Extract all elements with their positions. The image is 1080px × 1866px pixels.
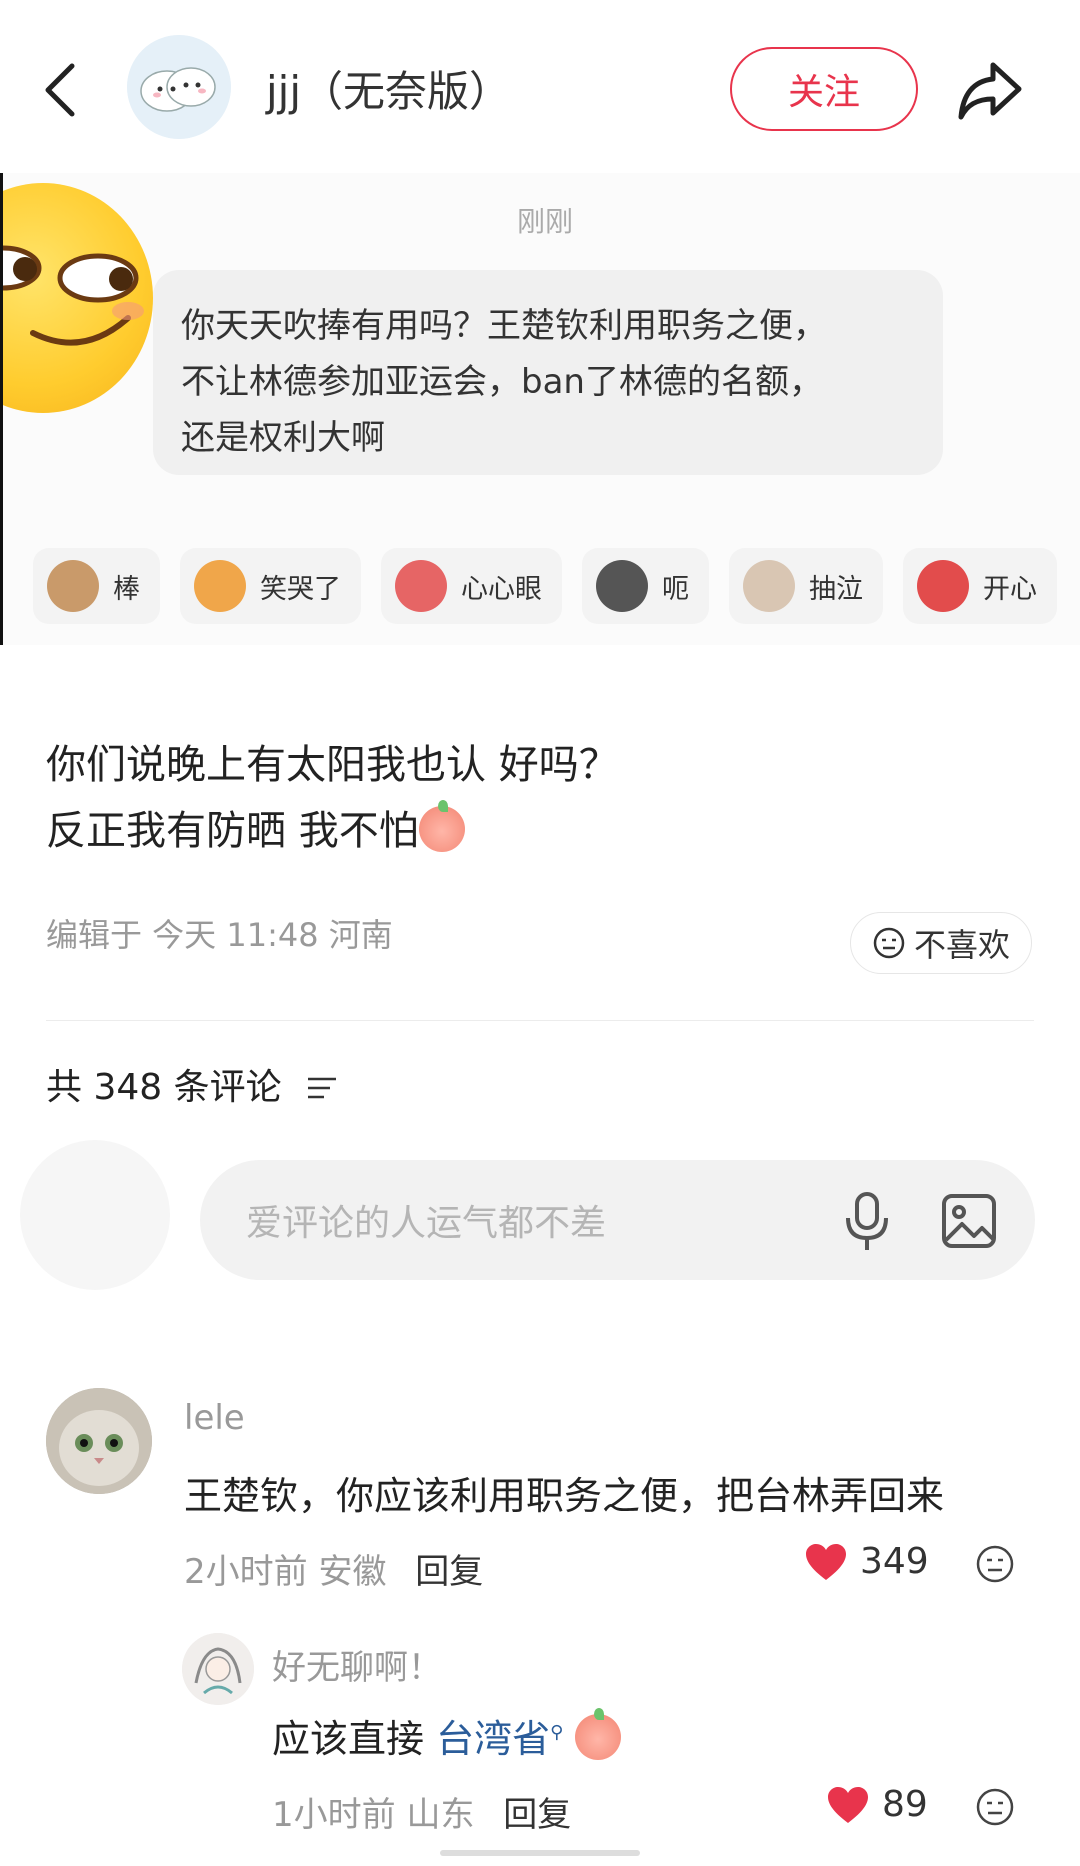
comment-location: 安徽 (318, 1552, 387, 1592)
dislike-label: 不喜欢 (913, 926, 1010, 964)
author-avatar[interactable] (127, 35, 231, 139)
cat-photo-icon (46, 1388, 152, 1494)
peach-emoji-icon (575, 1708, 622, 1760)
cat-happy-icon (917, 560, 969, 612)
reaction-chip[interactable]: 笑哭了 (180, 548, 361, 624)
divider (46, 1020, 1034, 1021)
sort-icon[interactable] (305, 1073, 339, 1103)
post-meta: 编辑于 今天 11:48 河南 (46, 916, 393, 954)
cat-awkward-icon (596, 560, 648, 612)
heart-icon (806, 1543, 846, 1580)
dislike-face-icon[interactable] (975, 1544, 1015, 1584)
comment-count-text: 共 348 条评论 (46, 1067, 282, 1108)
comment-input[interactable]: 爱评论的人运气都不差 (200, 1160, 1035, 1280)
reaction-chip[interactable]: 心心眼 (381, 548, 562, 624)
dislike-button[interactable]: 不喜欢 (850, 912, 1032, 974)
reaction-label: 呃 (662, 573, 689, 605)
comment-meta: 2小时前 安徽 回复 (184, 1544, 483, 1593)
comment-meta: 1小时前 山东 回复 (272, 1787, 571, 1836)
reaction-bar: 棒 笑哭了 心心眼 呃 抽泣 开心 (33, 548, 1057, 628)
my-avatar (20, 1140, 170, 1290)
reaction-chip[interactable]: 抽泣 (729, 548, 883, 624)
message-line: 还是权利大啊 (181, 418, 385, 458)
cat-heart-eyes-icon (395, 560, 447, 612)
cartoon-cats-avatar-icon (127, 35, 231, 139)
comment-time: 1小时前 (272, 1795, 396, 1835)
reaction-label: 笑哭了 (260, 573, 341, 605)
smirk-emoji-image (3, 183, 153, 413)
top-bar: jjj（无奈版） 关注 (0, 0, 1080, 175)
dislike-face-icon[interactable] (975, 1787, 1015, 1827)
reaction-chip[interactable]: 棒 (33, 548, 160, 624)
search-mini-icon: ⚲ (550, 1722, 564, 1743)
chat-message-bubble: 你天天吹捧有用吗？王楚钦利用职务之便， 不让林德参加亚运会，ban了林德的名额，… (153, 270, 943, 475)
reaction-label: 棒 (113, 573, 140, 605)
peach-emoji-icon (418, 800, 465, 852)
post-line: 你们说晚上有太阳我也认 好吗？ (46, 742, 619, 788)
reply-button[interactable]: 回复 (415, 1552, 483, 1592)
neutral-face-icon (873, 927, 905, 959)
reaction-label: 抽泣 (809, 573, 863, 605)
cat-sob-icon (743, 560, 795, 612)
share-icon[interactable] (955, 55, 1025, 125)
commenter-name[interactable]: lele (184, 1398, 245, 1438)
follow-button[interactable]: 关注 (730, 47, 918, 131)
comment-location: 山东 (406, 1795, 475, 1835)
comment-text: 王楚钦，你应该利用职务之便，把台林弄回来 (184, 1474, 945, 1518)
post-body: 你们说晚上有太阳我也认 好吗？ 反正我有防晒 我不怕 (46, 732, 619, 864)
like-count: 349 (860, 1541, 929, 1582)
reaction-label: 心心眼 (461, 573, 542, 605)
post-line-text: 反正我有防晒 我不怕 (46, 808, 419, 854)
search-link[interactable]: 台湾省 (436, 1717, 550, 1761)
message-time: 刚刚 (517, 205, 574, 238)
home-indicator (440, 1850, 640, 1856)
message-line: 不让林德参加亚运会，ban了林德的名额， (181, 362, 823, 402)
reaction-chip[interactable]: 呃 (582, 548, 709, 624)
cat-laugh-cry-icon (194, 560, 246, 612)
microphone-icon[interactable] (840, 1190, 894, 1252)
reply-button[interactable]: 回复 (503, 1795, 571, 1835)
cat-thumbs-icon (47, 560, 99, 612)
like-button[interactable]: 349 (804, 1541, 929, 1582)
comment-count: 共 348 条评论 (46, 1058, 339, 1110)
commenter-avatar[interactable] (46, 1388, 152, 1494)
reaction-label: 开心 (983, 573, 1037, 605)
comment-time: 2小时前 (184, 1552, 308, 1592)
like-count: 89 (882, 1784, 928, 1825)
like-button[interactable]: 89 (826, 1784, 928, 1825)
comment-text-prefix: 应该直接 (272, 1717, 437, 1761)
post-line: 反正我有防晒 我不怕 (46, 798, 619, 864)
anime-avatar-icon (182, 1633, 254, 1705)
heart-icon (828, 1786, 868, 1823)
embedded-screenshot[interactable]: 刚刚 你天天吹捧有用吗？王楚钦利用职务之便， 不让林德参加亚运会，ban了林德的… (0, 173, 1080, 645)
message-line: 你天天吹捧有用吗？王楚钦利用职务之便， (181, 306, 827, 346)
commenter-avatar[interactable] (182, 1633, 254, 1705)
author-name[interactable]: jjj（无奈版） (266, 58, 511, 119)
comment-text: 应该直接 台湾省⚲ (272, 1708, 622, 1763)
image-icon[interactable] (940, 1192, 998, 1250)
back-arrow-icon[interactable] (40, 60, 80, 120)
commenter-name[interactable]: 好无聊啊！ (272, 1640, 442, 1689)
reaction-chip[interactable]: 开心 (903, 548, 1057, 624)
